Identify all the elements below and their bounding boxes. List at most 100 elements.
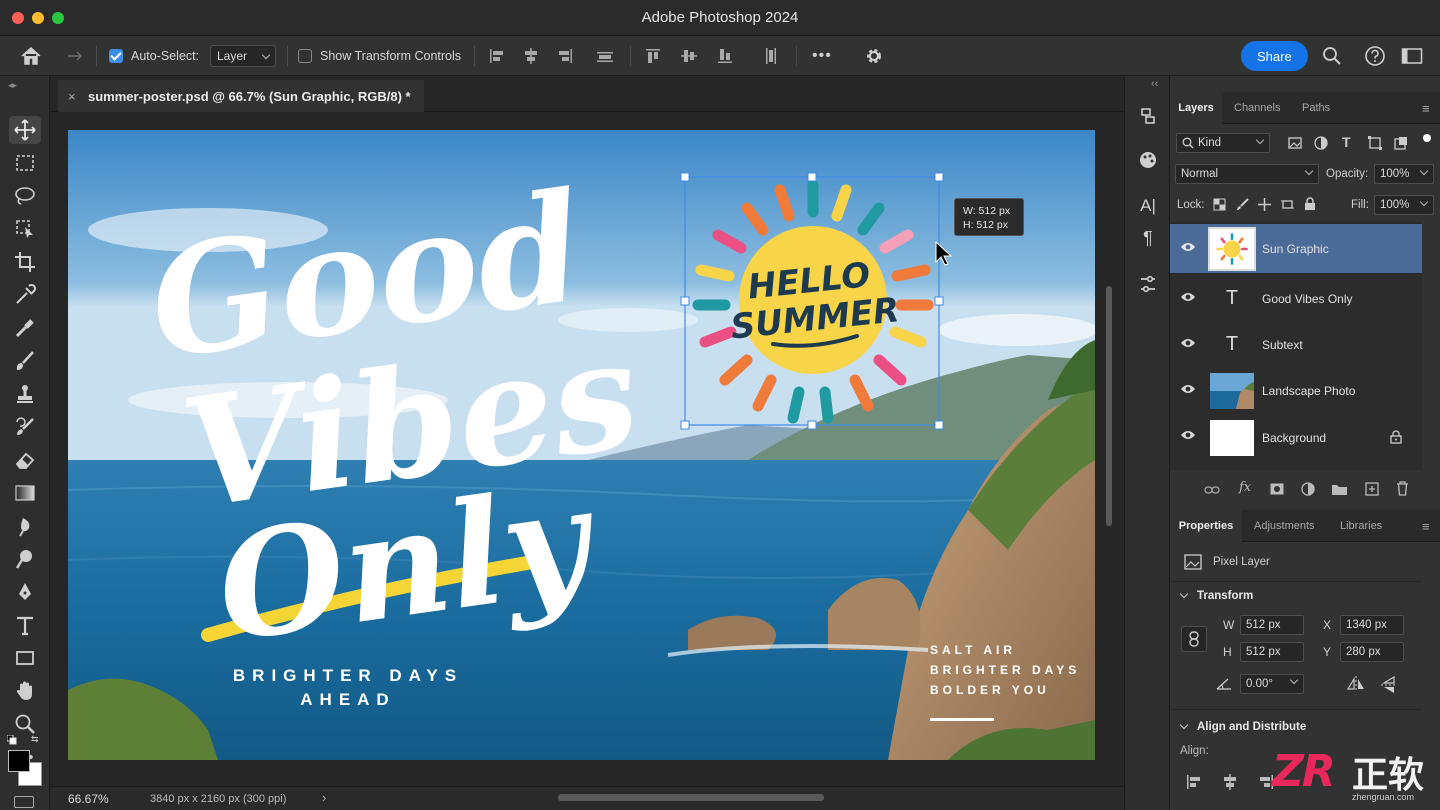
crop-tool[interactable] bbox=[9, 248, 41, 276]
align-horizontal-centers-button[interactable] bbox=[522, 36, 540, 76]
layer-style-fx-icon[interactable]: fx bbox=[1239, 480, 1251, 495]
vertical-scrollbar[interactable] bbox=[1106, 286, 1112, 526]
y-input[interactable]: 280 px bbox=[1340, 642, 1404, 662]
collapse-toolbar-icon[interactable]: ◂▸ bbox=[8, 80, 17, 91]
clone-stamp-tool[interactable] bbox=[9, 380, 41, 408]
more-options-button[interactable]: ••• bbox=[812, 36, 832, 76]
layer-row-landscape-photo[interactable]: Landscape Photo bbox=[1170, 368, 1422, 414]
foreground-color-swatch[interactable] bbox=[8, 750, 30, 772]
show-transform-checkbox[interactable] bbox=[298, 36, 312, 76]
filter-toggle-icon[interactable] bbox=[1423, 134, 1431, 142]
filter-adjustment-icon[interactable] bbox=[1314, 136, 1328, 153]
type-tool[interactable] bbox=[9, 611, 41, 639]
visibility-eye-icon[interactable] bbox=[1180, 241, 1196, 256]
x-input[interactable]: 1340 px bbox=[1340, 615, 1404, 635]
lasso-tool[interactable] bbox=[9, 182, 41, 210]
share-button[interactable]: Share bbox=[1241, 41, 1308, 71]
filter-pixel-icon[interactable] bbox=[1288, 136, 1302, 153]
eyedropper-tool[interactable] bbox=[9, 281, 41, 309]
new-group-folder-icon[interactable] bbox=[1332, 483, 1347, 498]
healing-brush-tool[interactable] bbox=[9, 314, 41, 342]
layer-row-sun-graphic[interactable]: Sun Graphic bbox=[1170, 224, 1422, 274]
lock-image-pixels-icon[interactable] bbox=[1236, 198, 1249, 214]
resize-handle-n[interactable] bbox=[807, 172, 817, 182]
gradient-tool[interactable] bbox=[9, 479, 41, 507]
link-layers-icon[interactable] bbox=[1204, 484, 1220, 498]
search-button[interactable] bbox=[1322, 36, 1342, 76]
properties-shortcut-button[interactable] bbox=[1134, 270, 1162, 298]
tab-paths[interactable]: Paths bbox=[1302, 92, 1330, 124]
character-panel-button[interactable]: A| bbox=[1134, 192, 1162, 220]
tab-adjustments[interactable]: Adjustments bbox=[1254, 510, 1315, 542]
color-panel-button[interactable] bbox=[1134, 146, 1162, 174]
layer-row-subtext[interactable]: T Subtext bbox=[1170, 322, 1422, 368]
visibility-eye-icon[interactable] bbox=[1180, 337, 1196, 352]
panel-align-center-button[interactable] bbox=[1222, 774, 1238, 793]
lock-position-icon[interactable] bbox=[1258, 198, 1271, 214]
canvas-area[interactable]: Good Vibes Only HELLO SUMMER W: 512 px H… bbox=[50, 112, 1124, 786]
align-vertical-centers-button[interactable] bbox=[680, 36, 698, 76]
horizontal-scrollbar[interactable] bbox=[558, 794, 824, 801]
history-brush-tool[interactable] bbox=[9, 413, 41, 441]
eraser-tool[interactable] bbox=[9, 446, 41, 474]
resize-handle-sw[interactable] bbox=[680, 420, 690, 430]
lock-transparent-pixels-icon[interactable] bbox=[1213, 198, 1226, 214]
resize-handle-s[interactable] bbox=[807, 420, 817, 430]
distribute-horizontal-button[interactable] bbox=[596, 36, 614, 76]
collapse-panels-icon[interactable]: ‹‹ bbox=[1151, 78, 1158, 90]
layer-row-good-vibes-only[interactable]: T Good Vibes Only bbox=[1170, 276, 1422, 322]
flip-horizontal-button[interactable] bbox=[1346, 676, 1365, 695]
object-selection-tool[interactable] bbox=[9, 215, 41, 243]
lock-artboard-icon[interactable] bbox=[1281, 198, 1294, 214]
resize-handle-nw[interactable] bbox=[680, 172, 690, 182]
width-input[interactable]: 512 px bbox=[1240, 615, 1304, 635]
settings-button[interactable] bbox=[864, 36, 884, 76]
default-colors-icon[interactable] bbox=[6, 734, 17, 745]
tab-properties[interactable]: Properties bbox=[1170, 510, 1242, 542]
add-mask-icon[interactable] bbox=[1270, 483, 1284, 498]
tab-layers[interactable]: Layers bbox=[1170, 92, 1222, 124]
height-input[interactable]: 512 px bbox=[1240, 642, 1304, 662]
fill-input[interactable]: 100% bbox=[1374, 195, 1434, 215]
distribute-vertical-button[interactable] bbox=[762, 36, 780, 76]
workspace-button[interactable] bbox=[1401, 36, 1423, 76]
align-right-edges-button[interactable] bbox=[556, 36, 574, 76]
resize-handle-se[interactable] bbox=[934, 420, 944, 430]
home-button[interactable] bbox=[20, 36, 42, 76]
blur-tool[interactable] bbox=[9, 512, 41, 540]
move-tool-preset-button[interactable] bbox=[66, 36, 84, 76]
pen-tool[interactable] bbox=[9, 578, 41, 606]
tab-libraries[interactable]: Libraries bbox=[1340, 510, 1382, 542]
document-tab[interactable]: × summer-poster.psd @ 66.7% (Sun Graphic… bbox=[58, 80, 424, 112]
layers-scroll-track[interactable] bbox=[1422, 222, 1440, 470]
resize-handle-ne[interactable] bbox=[934, 172, 944, 182]
tab-channels[interactable]: Channels bbox=[1234, 92, 1280, 124]
filter-type-icon[interactable]: T bbox=[1342, 134, 1351, 150]
flip-vertical-button[interactable] bbox=[1381, 675, 1397, 697]
marquee-tool[interactable] bbox=[9, 149, 41, 177]
zoom-level[interactable]: 66.67% bbox=[68, 792, 109, 806]
align-top-edges-button[interactable] bbox=[644, 36, 662, 76]
help-button[interactable] bbox=[1364, 36, 1386, 76]
rectangle-tool[interactable] bbox=[9, 644, 41, 672]
status-menu-chevron-icon[interactable]: › bbox=[322, 790, 326, 805]
blend-mode-dropdown[interactable]: Normal bbox=[1175, 164, 1319, 184]
swap-colors-icon[interactable]: ⇆ bbox=[31, 734, 43, 744]
visibility-eye-icon[interactable] bbox=[1180, 291, 1196, 306]
auto-select-target-dropdown[interactable]: Layer bbox=[210, 45, 276, 67]
align-bottom-edges-button[interactable] bbox=[716, 36, 734, 76]
opacity-input[interactable]: 100% bbox=[1374, 164, 1434, 184]
resize-handle-w[interactable] bbox=[680, 296, 690, 306]
quick-mask-icon[interactable] bbox=[14, 796, 34, 808]
resize-handle-e[interactable] bbox=[934, 296, 944, 306]
brush-tool[interactable] bbox=[9, 347, 41, 375]
lock-all-icon[interactable] bbox=[1304, 197, 1316, 214]
layers-panel-menu-icon[interactable]: ≡ bbox=[1422, 92, 1430, 124]
rotation-angle-input[interactable]: 0.00° bbox=[1240, 674, 1304, 694]
document-canvas[interactable]: Good Vibes Only HELLO SUMMER W: 512 px H… bbox=[68, 130, 1095, 760]
chevron-down-icon[interactable] bbox=[1179, 589, 1189, 599]
layer-filter-dropdown[interactable]: Kind bbox=[1176, 133, 1270, 153]
chevron-down-icon[interactable] bbox=[1179, 720, 1189, 730]
dodge-tool[interactable] bbox=[9, 545, 41, 573]
history-panel-button[interactable] bbox=[1134, 102, 1162, 130]
